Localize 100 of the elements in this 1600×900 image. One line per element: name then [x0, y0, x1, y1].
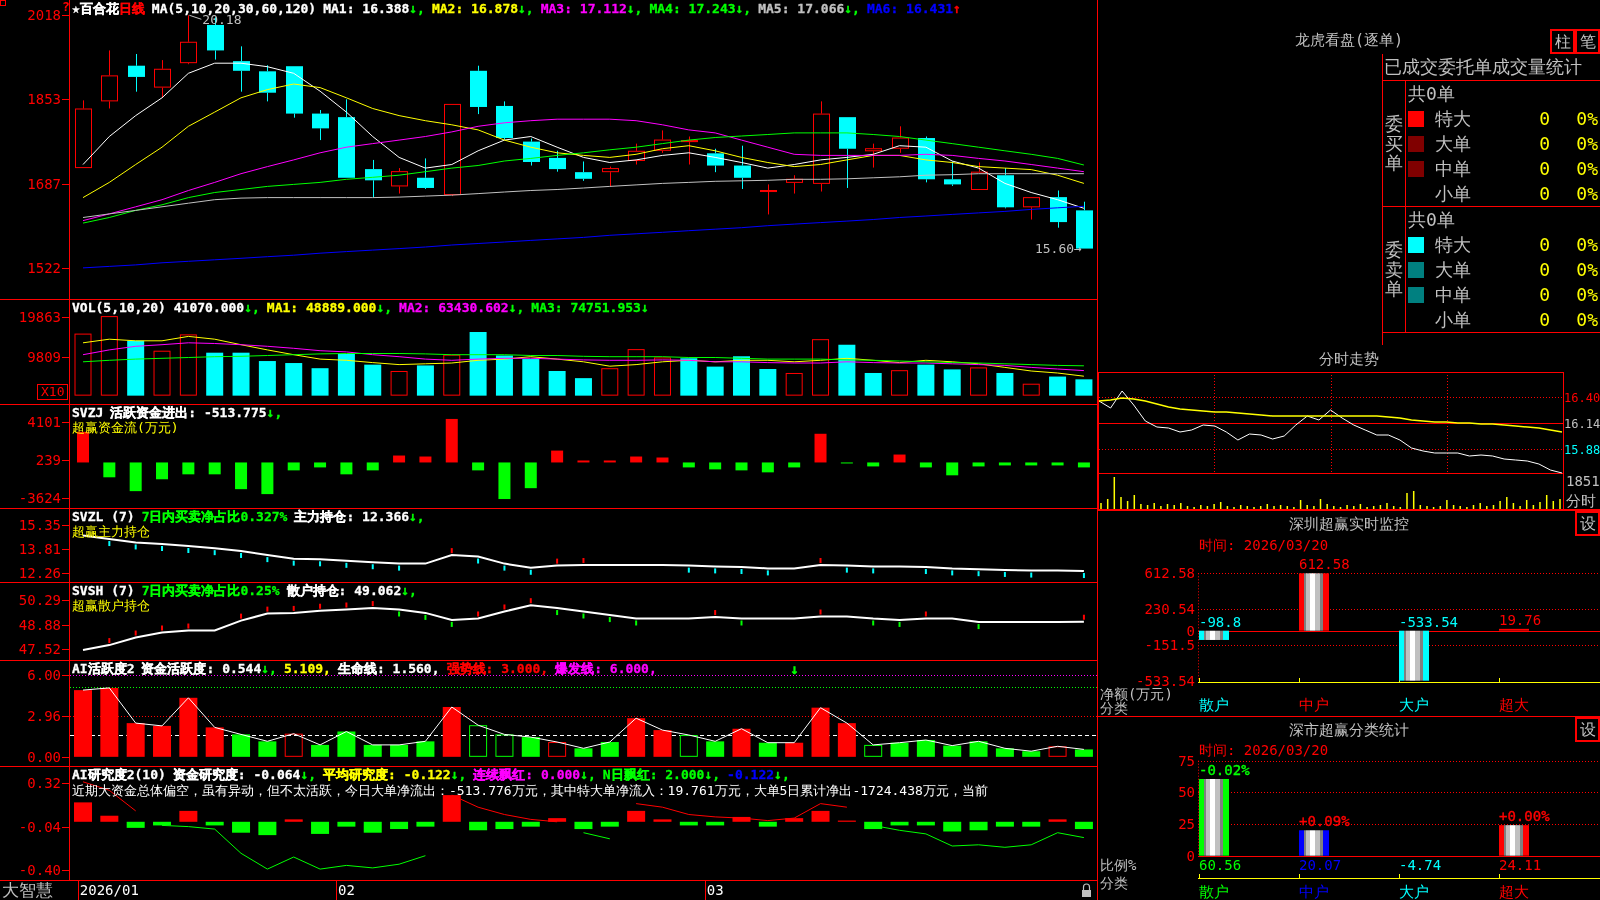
- date-label: 2026/01: [79, 882, 139, 898]
- legend-text: ↓,: [244, 300, 260, 315]
- research-bar: [469, 821, 488, 831]
- fund-flow-bar: [445, 418, 458, 463]
- candlestick: [786, 174, 803, 195]
- order-percent: 0%: [1576, 183, 1598, 204]
- legend-text: ★百合花: [72, 1, 119, 16]
- order-size-label: 中单: [1435, 158, 1471, 179]
- axis-tick-label: 15.88: [1564, 442, 1600, 457]
- date-label: 时间: 2026/03/20: [1199, 537, 1329, 553]
- research-bar: [969, 821, 988, 831]
- help-mark: ?: [62, 0, 70, 14]
- candlestick: [259, 64, 276, 102]
- fund-flow-bar: [735, 462, 748, 471]
- fund-flow-bar: [366, 462, 379, 471]
- research-bar: [785, 818, 804, 822]
- panel-title: 深市超赢分类统计: [1289, 721, 1409, 739]
- legend-text: N日飘红: 2.000: [602, 767, 705, 782]
- legend-text: 7日内买卖净占比0.327%: [141, 509, 288, 524]
- price-annotation: 15.60→: [1034, 240, 1082, 256]
- fund-flow-bar: [1051, 462, 1064, 466]
- value-label: -4.74: [1399, 857, 1442, 873]
- candlestick: [128, 53, 145, 93]
- axis-tick-label: -533.54: [1136, 673, 1195, 689]
- order-size-label: 大单: [1435, 133, 1471, 154]
- order-size-label: 小单: [1435, 183, 1471, 204]
- order-percent: 0%: [1576, 158, 1598, 179]
- legend-text: -0.122: [727, 767, 775, 782]
- fund-flow-bar: [972, 462, 985, 467]
- axis-tick-label: 1522: [27, 260, 61, 276]
- app-name: 大智慧: [2, 880, 53, 900]
- axis-tick-label: 1853: [27, 91, 61, 107]
- candlestick: [602, 166, 619, 187]
- axis-title: 比例%: [1100, 857, 1137, 873]
- legend-text: AI活跃度2: [72, 661, 135, 676]
- research-bar: [74, 802, 92, 822]
- candlestick: [1023, 196, 1040, 221]
- legend-text: MA5: 17.066: [758, 1, 845, 16]
- settings-button[interactable]: 设: [1575, 717, 1600, 742]
- axis-title: 分时: [1566, 492, 1596, 509]
- chart-bar: [1399, 630, 1429, 681]
- order-count: 0: [1539, 309, 1550, 330]
- category-label: 中户: [1299, 883, 1329, 900]
- axis-tick-label: 2.96: [27, 708, 61, 724]
- change-label: +0.09%: [1299, 813, 1350, 830]
- research-bar: [153, 821, 171, 826]
- legend-text: MA1: 16.388: [323, 1, 410, 16]
- order-size-label: 特大: [1435, 108, 1471, 129]
- order-count: 0: [1539, 183, 1550, 204]
- value-label: 612.58: [1299, 556, 1350, 573]
- legend-text: 强势线: 3.000,: [446, 661, 549, 676]
- view-mode-button[interactable]: 柱: [1550, 29, 1575, 54]
- research-bar: [126, 821, 145, 828]
- order-count: 0: [1539, 158, 1550, 179]
- axis-tick-label: 13.81: [18, 541, 61, 557]
- indicator-subtitle: 超赢散户持仓: [72, 598, 150, 613]
- view-mode-button[interactable]: 笔: [1575, 29, 1600, 54]
- order-size-label: 中单: [1435, 284, 1471, 305]
- lock-icon: [1082, 883, 1091, 897]
- axis-tick-label: 12.26: [18, 565, 61, 581]
- order-percent: 0%: [1576, 309, 1598, 330]
- settings-button[interactable]: 设: [1575, 511, 1600, 536]
- research-bar: [337, 821, 356, 827]
- fund-flow-bar: [182, 462, 195, 475]
- category-label: 大户: [1399, 883, 1429, 900]
- axis-title: 分类: [1100, 875, 1128, 891]
- candlestick: [892, 125, 909, 154]
- category-label: 大户: [1399, 696, 1429, 714]
- fund-flow-bar: [103, 462, 116, 478]
- candlestick: [734, 145, 751, 190]
- order-size-label: 特大: [1435, 234, 1471, 255]
- research-bar: [363, 821, 382, 833]
- scale-label: 1851: [1566, 474, 1600, 489]
- axis-tick-label: 0: [1186, 623, 1195, 639]
- research-bar: [416, 821, 435, 827]
- research-bar: [311, 821, 330, 834]
- axis-tick-label: 75: [1178, 753, 1195, 769]
- chart-bar: [1499, 825, 1529, 856]
- research-bar: [495, 821, 514, 830]
- legend-text: 活跃资金进出: -513.775: [110, 405, 267, 420]
- fund-flow-bar: [893, 454, 906, 463]
- panel-title: 龙虎看盘(逐单): [1294, 31, 1404, 49]
- fund-flow-bar: [551, 450, 564, 463]
- research-bar: [758, 821, 777, 827]
- axis-tick-label: 16.14: [1564, 416, 1600, 431]
- order-percent: 0%: [1576, 133, 1598, 154]
- order-percent: 0%: [1576, 259, 1598, 280]
- axis-tick-label: 9809: [27, 349, 61, 365]
- legend-text: SVZL (7): [72, 509, 135, 524]
- research-bar: [653, 819, 672, 822]
- axis-tick-label: 230.54: [1144, 601, 1195, 617]
- category-label: 超大: [1499, 883, 1529, 900]
- order-count: 0: [1539, 284, 1550, 305]
- fund-flow-bar: [946, 462, 959, 476]
- legend-text: 生命线: 1.560,: [337, 661, 440, 676]
- fund-flow-bar: [393, 455, 406, 463]
- legend-text: ↓,: [409, 509, 425, 524]
- candlestick: [365, 159, 382, 199]
- value-label: 60.56: [1199, 857, 1242, 873]
- fund-flow-bar: [603, 460, 616, 463]
